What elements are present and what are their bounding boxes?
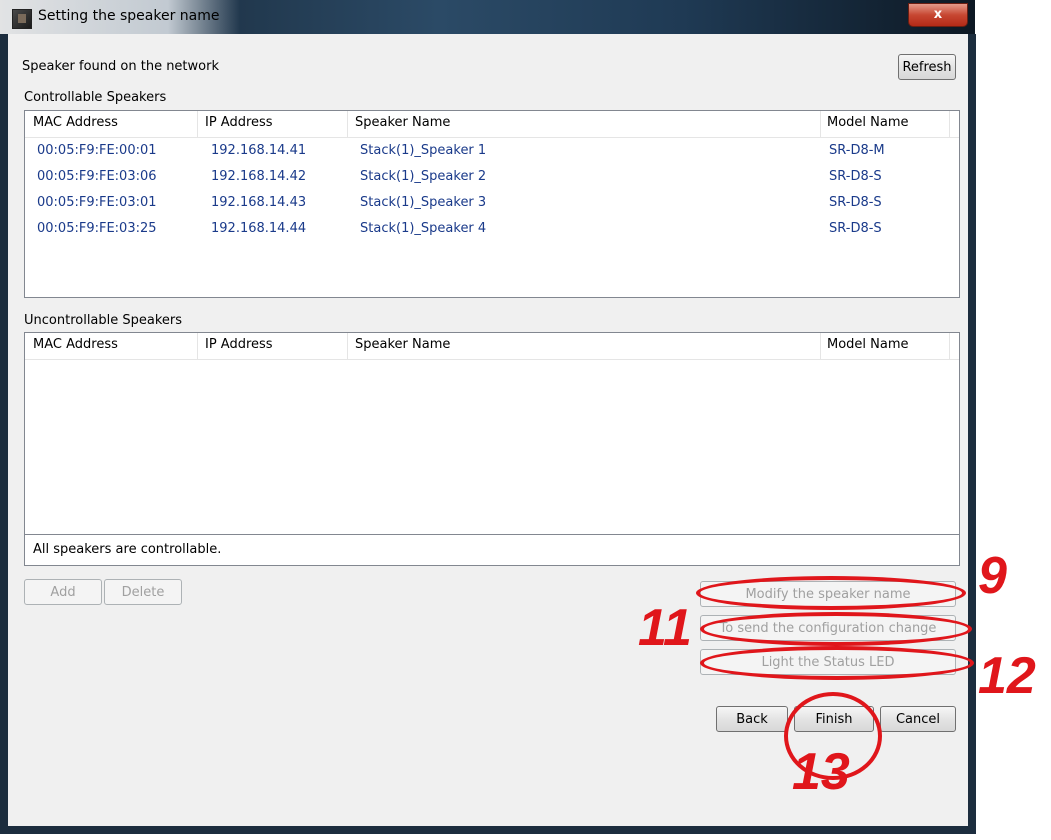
column-mac[interactable]: MAC Address xyxy=(33,115,118,130)
window-title: Setting the speaker name xyxy=(38,8,220,24)
status-box: All speakers are controllable. xyxy=(24,534,960,566)
title-bar[interactable]: Setting the speaker name x xyxy=(0,0,975,34)
table-row[interactable]: 00:05:F9:FE:03:25 192.168.14.44 Stack(1)… xyxy=(25,217,959,243)
delete-button[interactable]: Delete xyxy=(104,579,182,605)
controllable-list-header: MAC Address IP Address Speaker Name Mode… xyxy=(25,111,959,138)
column-model[interactable]: Model Name xyxy=(827,115,909,130)
close-button[interactable]: x xyxy=(908,3,968,27)
annotation-ellipse-send xyxy=(700,612,972,646)
column-speaker-name[interactable]: Speaker Name xyxy=(355,337,450,352)
annotation-ellipse-light xyxy=(700,646,974,680)
annotation-13: 13 xyxy=(792,743,850,801)
uncontrollable-list[interactable]: MAC Address IP Address Speaker Name Mode… xyxy=(24,332,960,547)
column-speaker-name[interactable]: Speaker Name xyxy=(355,115,450,130)
table-row[interactable]: 00:05:F9:FE:00:01 192.168.14.41 Stack(1)… xyxy=(25,139,959,165)
column-mac[interactable]: MAC Address xyxy=(33,337,118,352)
column-ip[interactable]: IP Address xyxy=(205,337,273,352)
found-label: Speaker found on the network xyxy=(22,59,219,74)
cancel-button[interactable]: Cancel xyxy=(880,706,956,732)
column-ip[interactable]: IP Address xyxy=(205,115,273,130)
refresh-button[interactable]: Refresh xyxy=(898,54,956,80)
back-button[interactable]: Back xyxy=(716,706,788,732)
annotation-9: 9 xyxy=(978,547,1007,605)
annotation-ellipse-modify xyxy=(696,576,966,610)
controllable-label: Controllable Speakers xyxy=(24,90,167,105)
add-button[interactable]: Add xyxy=(24,579,102,605)
controllable-list[interactable]: MAC Address IP Address Speaker Name Mode… xyxy=(24,110,960,298)
annotation-11: 11 xyxy=(638,599,692,657)
status-text: All speakers are controllable. xyxy=(33,542,222,557)
uncontrollable-label: Uncontrollable Speakers xyxy=(24,313,183,328)
column-model[interactable]: Model Name xyxy=(827,337,909,352)
app-icon xyxy=(12,9,32,29)
table-row[interactable]: 00:05:F9:FE:03:01 192.168.14.43 Stack(1)… xyxy=(25,191,959,217)
uncontrollable-list-header: MAC Address IP Address Speaker Name Mode… xyxy=(25,333,959,360)
table-row[interactable]: 00:05:F9:FE:03:06 192.168.14.42 Stack(1)… xyxy=(25,165,959,191)
annotation-12: 12 xyxy=(978,647,1036,705)
